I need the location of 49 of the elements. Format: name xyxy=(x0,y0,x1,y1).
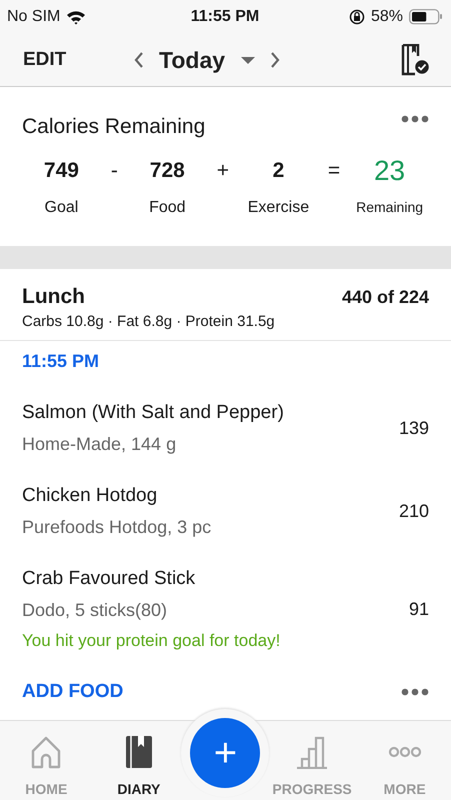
tab[interactable]: DIARY xyxy=(92,721,186,800)
food-entry[interactable]: Salmon (With Salt and Pepper) Home-Made, 144 g 139 xyxy=(0,386,451,469)
food-entry[interactable]: Chicken Hotdog Purefoods Hotdog, 3 pc 210 xyxy=(0,469,451,552)
home-icon xyxy=(30,735,62,769)
food-detail: Purefoods Hotdog, 3 pc xyxy=(22,517,212,538)
value-label: Goal xyxy=(44,199,78,217)
calorie-value: 749 xyxy=(44,159,79,184)
value-label: Exercise xyxy=(248,199,310,217)
rotation-lock-icon xyxy=(348,9,365,25)
food-detail: Home-Made, 144 g xyxy=(22,434,178,455)
food-name: Crab Favoured Stick xyxy=(22,568,196,590)
operator-sign: + xyxy=(216,159,230,183)
more-icon[interactable] xyxy=(401,688,429,696)
food-name: Salmon (With Salt and Pepper) xyxy=(22,402,284,424)
diary-check-icon[interactable] xyxy=(401,44,431,76)
date-selector[interactable]: Today xyxy=(159,46,256,74)
more-icon[interactable] xyxy=(401,115,429,123)
calorie-value: 728 xyxy=(150,159,185,184)
card-title: Calories Remaining xyxy=(22,115,206,139)
battery-icon xyxy=(409,9,444,25)
food-calories: 139 xyxy=(398,418,429,439)
remaining-value: 23 xyxy=(374,155,406,187)
goal-message: You hit your protein goal for today! xyxy=(22,631,280,651)
caret-icon xyxy=(241,56,256,64)
wifi-icon xyxy=(66,9,86,25)
food-calories: 210 xyxy=(398,501,429,522)
calorie-value: 2 xyxy=(272,159,284,184)
macros-summary: Carbs 10.8g · Fat 6.8g · Protein 31.5g xyxy=(22,313,276,330)
battery-percent: 58% xyxy=(370,8,404,26)
carrier-label: No SIM xyxy=(7,8,60,26)
meal-time: 11:55 PM xyxy=(21,350,100,373)
food-entry[interactable]: Crab Favoured Stick Dodo, 5 sticks(80) You hit your protein goal for today! 91 xyxy=(0,552,451,665)
meal-calories: 440 of 224 xyxy=(342,287,429,308)
clock: 11:55 PM xyxy=(190,8,260,26)
add-food-button[interactable]: ADD FOOD xyxy=(22,681,124,703)
value-label: Food xyxy=(149,199,186,217)
operator-sign: = xyxy=(326,159,342,183)
book-icon xyxy=(124,735,153,769)
value-label: Remaining xyxy=(356,199,424,215)
edit-button[interactable]: EDIT xyxy=(23,49,133,71)
bar-chart-icon xyxy=(296,735,328,769)
operator-sign: - xyxy=(110,159,119,183)
more-icon xyxy=(388,746,422,758)
food-detail: Dodo, 5 sticks(80) xyxy=(22,600,168,621)
previous-day-icon[interactable] xyxy=(133,51,145,69)
food-name: Chicken Hotdog xyxy=(22,485,158,507)
food-calories: 91 xyxy=(408,599,429,620)
meal-title: Lunch xyxy=(22,285,85,309)
next-day-icon[interactable] xyxy=(269,51,282,69)
